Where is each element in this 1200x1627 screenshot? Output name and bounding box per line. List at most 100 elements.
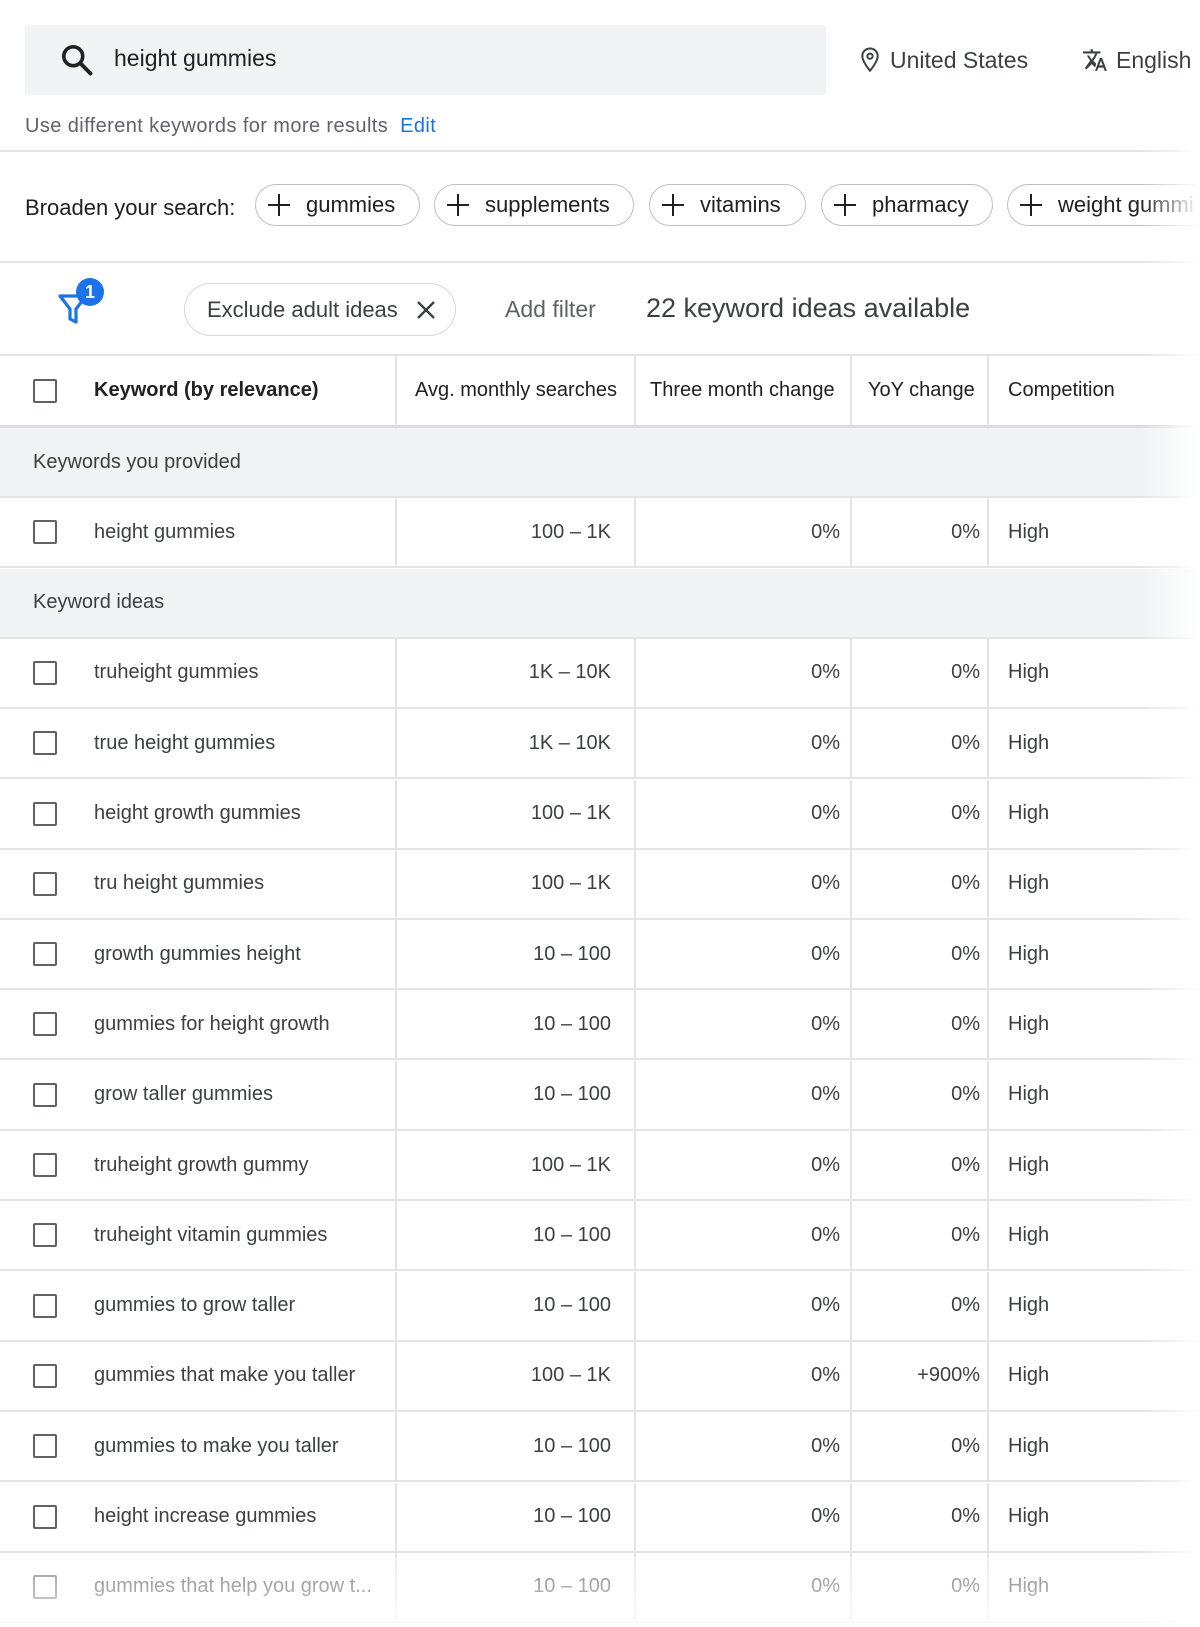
column-divider xyxy=(850,1271,852,1340)
row-checkbox[interactable] xyxy=(33,1574,57,1599)
competition-cell: High xyxy=(1008,1083,1050,1106)
group-label: Keywords you provided xyxy=(33,450,241,473)
column-divider xyxy=(850,920,852,989)
avg-monthly-searches-cell: 100 – 1K xyxy=(530,520,611,543)
three-month-change-cell: 0% xyxy=(811,661,840,684)
add-filter-button[interactable]: Add filter xyxy=(505,296,596,323)
language-label: English xyxy=(1116,46,1192,73)
row-checkbox[interactable] xyxy=(33,660,57,685)
column-divider xyxy=(634,990,636,1059)
three-month-change-cell: 0% xyxy=(811,1294,840,1317)
table-row[interactable]: height gummies 100 – 1K 0% 0% High xyxy=(0,498,1200,569)
column-divider xyxy=(850,1341,852,1410)
chip-label: weight gummi xyxy=(1058,192,1194,217)
avg-monthly-searches-cell: 1K – 10K xyxy=(528,661,611,684)
table-row[interactable]: gummies to grow taller 10 – 100 0% 0% High xyxy=(0,1271,1200,1342)
language-selector[interactable]: English xyxy=(1082,45,1191,75)
table-row[interactable]: growth gummies height 10 – 100 0% 0% High xyxy=(0,920,1200,991)
column-divider xyxy=(634,920,636,989)
table-row[interactable]: gummies to make you taller 10 – 100 0% 0% Hi… xyxy=(0,1412,1200,1483)
row-checkbox[interactable] xyxy=(33,1434,57,1459)
column-divider xyxy=(987,1271,989,1340)
edit-link[interactable]: Edit xyxy=(400,115,436,137)
broaden-chip-weight-gummies[interactable]: weight gummi xyxy=(1007,184,1200,226)
column-header-competition[interactable]: Competition xyxy=(1008,356,1188,425)
keyword-cell: gummies to make you taller xyxy=(94,1434,339,1457)
avg-monthly-searches-cell: 10 – 100 xyxy=(533,1012,611,1035)
column-divider xyxy=(395,356,397,425)
table-group-header: Keyword ideas xyxy=(0,568,1200,639)
keyword-cell: gummies to grow taller xyxy=(94,1294,296,1317)
keyword-cell: gummies that help you grow t... xyxy=(94,1575,372,1598)
column-divider xyxy=(850,990,852,1059)
column-divider xyxy=(850,709,852,778)
keyword-cell: gummies that make you taller xyxy=(94,1364,356,1387)
broaden-chip-gummies[interactable]: gummies xyxy=(255,184,420,226)
column-divider xyxy=(634,1060,636,1129)
broaden-chip-supplements[interactable]: supplements xyxy=(434,184,634,226)
keyword-search-bar[interactable]: height gummies xyxy=(25,25,826,95)
avg-monthly-searches-cell: 100 – 1K xyxy=(530,802,611,824)
table-row[interactable]: height increase gummies 10 – 100 0% 0% High xyxy=(0,1482,1200,1553)
column-divider xyxy=(395,1412,397,1481)
column-divider xyxy=(987,779,989,848)
row-checkbox[interactable] xyxy=(33,871,57,896)
table-row[interactable]: gummies that make you taller 100 – 1K 0% +9… xyxy=(0,1341,1200,1412)
chip-label: pharmacy xyxy=(872,192,969,217)
yoy-change-cell: 0% xyxy=(951,1575,980,1598)
table-row[interactable]: truheight gummies 1K – 10K 0% 0% High xyxy=(0,638,1200,709)
table-row[interactable]: truheight growth gummy 100 – 1K 0% 0% High xyxy=(0,1131,1200,1201)
competition-cell: High xyxy=(1008,1575,1050,1598)
column-divider xyxy=(850,779,852,848)
table-row[interactable]: tru height gummies 100 – 1K 0% 0% High xyxy=(0,849,1200,920)
exclude-adult-ideas-filter[interactable]: Exclude adult ideas xyxy=(184,283,456,336)
column-divider xyxy=(395,920,397,989)
close-icon[interactable] xyxy=(415,299,437,321)
location-selector[interactable]: United States xyxy=(860,45,1028,75)
table-row[interactable]: gummies that help you grow t... 10 – 100 0… xyxy=(0,1552,1200,1623)
three-month-change-cell: 0% xyxy=(811,731,840,754)
filter-button[interactable]: 1 xyxy=(56,278,110,332)
table-row[interactable]: gummies for height growth 10 – 100 0% 0% Hig… xyxy=(0,990,1200,1061)
broaden-chip-vitamins[interactable]: vitamins xyxy=(649,184,806,226)
row-checkbox[interactable] xyxy=(33,1363,57,1388)
table-row[interactable]: truheight vitamin gummies 10 – 100 0% 0% Hig… xyxy=(0,1201,1200,1272)
table-row[interactable]: true height gummies 1K – 10K 0% 0% High xyxy=(0,709,1200,780)
chip-label: supplements xyxy=(485,192,610,217)
column-divider xyxy=(634,638,636,707)
search-query[interactable]: height gummies xyxy=(114,45,276,72)
broaden-chip-pharmacy[interactable]: pharmacy xyxy=(821,184,993,226)
row-checkbox[interactable] xyxy=(33,1082,57,1107)
select-all-checkbox[interactable] xyxy=(33,378,57,403)
row-checkbox[interactable] xyxy=(33,520,57,545)
row-checkbox[interactable] xyxy=(33,942,57,967)
row-checkbox[interactable] xyxy=(33,1012,57,1037)
column-header-three-month-change[interactable]: Three month change xyxy=(650,356,860,425)
row-checkbox[interactable] xyxy=(33,731,57,756)
column-header-yoy-change[interactable]: YoY change xyxy=(868,356,988,425)
avg-monthly-searches-cell: 10 – 100 xyxy=(533,1223,611,1246)
yoy-change-cell: 0% xyxy=(951,520,980,543)
three-month-change-cell: 0% xyxy=(811,1012,840,1035)
column-divider xyxy=(987,1060,989,1129)
column-divider xyxy=(634,1271,636,1340)
three-month-change-cell: 0% xyxy=(811,1364,840,1387)
column-divider xyxy=(987,709,989,778)
row-checkbox[interactable] xyxy=(33,1504,57,1529)
yoy-change-cell: 0% xyxy=(951,1434,980,1457)
column-divider xyxy=(850,1060,852,1129)
row-checkbox[interactable] xyxy=(33,1223,57,1248)
yoy-change-cell: 0% xyxy=(951,661,980,684)
three-month-change-cell: 0% xyxy=(811,872,840,895)
column-header-avg-monthly-searches[interactable]: Avg. monthly searches xyxy=(415,356,625,425)
row-checkbox[interactable] xyxy=(33,1293,57,1318)
table-row[interactable]: grow taller gummies 10 – 100 0% 0% High xyxy=(0,1060,1200,1131)
column-divider xyxy=(987,1201,989,1270)
row-checkbox[interactable] xyxy=(33,1153,57,1177)
row-checkbox[interactable] xyxy=(33,801,57,826)
plus-icon xyxy=(268,194,290,216)
column-header-keyword[interactable]: Keyword (by relevance) xyxy=(94,356,394,425)
table-row[interactable]: height growth gummies 100 – 1K 0% 0% High xyxy=(0,779,1200,850)
table-group-header: Keywords you provided xyxy=(0,428,1200,498)
column-divider xyxy=(634,1201,636,1270)
